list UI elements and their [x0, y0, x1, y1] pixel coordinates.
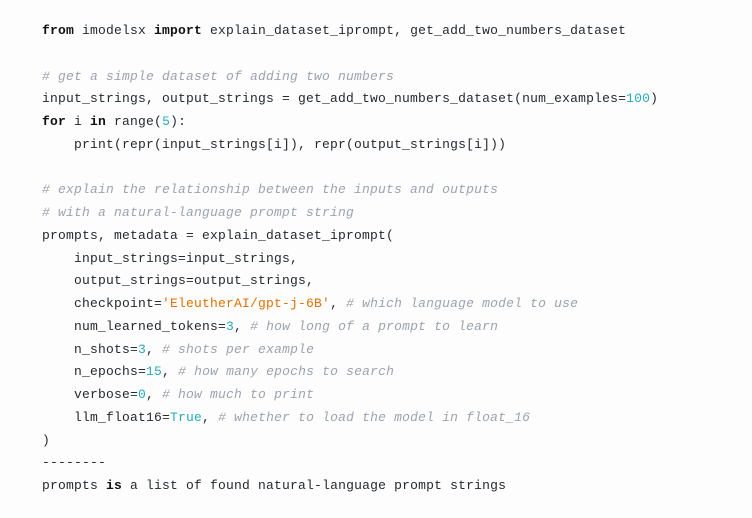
- line-6: print(repr(input_strings[i]), repr(outpu…: [42, 137, 506, 152]
- code-text: verbose=: [42, 387, 138, 402]
- line-17: verbose=0, # how much to print: [42, 387, 314, 402]
- comment-inline: # shots per example: [162, 342, 314, 357]
- keyword-is: is: [106, 478, 122, 493]
- code-text: input_strings, output_strings = get_add_…: [42, 91, 626, 106]
- line-20: --------: [42, 455, 106, 470]
- comment-inline: # how much to print: [162, 387, 314, 402]
- code-block: from imodelsx import explain_dataset_ipr…: [0, 0, 752, 518]
- line-10: prompts, metadata = explain_dataset_ipro…: [42, 228, 394, 243]
- code-text: ,: [146, 342, 162, 357]
- code-text: i: [66, 114, 90, 129]
- line-11: input_strings=input_strings,: [42, 251, 298, 266]
- comment-inline: # how many epochs to search: [178, 364, 394, 379]
- code-text: ,: [146, 387, 162, 402]
- code-text: checkpoint=: [42, 296, 162, 311]
- bool-literal: True: [170, 410, 202, 425]
- code-text: llm_float16=: [42, 410, 170, 425]
- code-text: range(: [106, 114, 162, 129]
- line-5: for i in range(5):: [42, 114, 186, 129]
- import-names: explain_dataset_iprompt, get_add_two_num…: [202, 23, 626, 38]
- code-text: num_learned_tokens=: [42, 319, 226, 334]
- code-text: ,: [202, 410, 218, 425]
- keyword-from: from: [42, 23, 74, 38]
- number-literal: 3: [226, 319, 234, 334]
- line-12: output_strings=output_strings,: [42, 273, 314, 288]
- code-text: ,: [234, 319, 250, 334]
- string-literal: 'EleutherAI/gpt-j-6B': [162, 296, 330, 311]
- module-name: imodelsx: [74, 23, 154, 38]
- number-literal: 100: [626, 91, 650, 106]
- comment-inline: # how long of a prompt to learn: [250, 319, 498, 334]
- line-15: n_shots=3, # shots per example: [42, 342, 314, 357]
- line-21: prompts is a list of found natural-langu…: [42, 478, 506, 493]
- code-text: ): [650, 91, 658, 106]
- code-text: ):: [170, 114, 186, 129]
- code-text: ,: [330, 296, 346, 311]
- keyword-import: import: [154, 23, 202, 38]
- comment-inline: # which language model to use: [346, 296, 578, 311]
- line-1: from imodelsx import explain_dataset_ipr…: [42, 23, 626, 38]
- line-4: input_strings, output_strings = get_add_…: [42, 91, 658, 106]
- code-text: n_epochs=: [42, 364, 146, 379]
- line-14: num_learned_tokens=3, # how long of a pr…: [42, 319, 498, 334]
- line-19: ): [42, 433, 50, 448]
- line-16: n_epochs=15, # how many epochs to search: [42, 364, 394, 379]
- comment-line: # get a simple dataset of adding two num…: [42, 69, 394, 84]
- line-18: llm_float16=True, # whether to load the …: [42, 410, 530, 425]
- comment-line: # with a natural-language prompt string: [42, 205, 354, 220]
- code-text: prompts: [42, 478, 106, 493]
- number-literal: 15: [146, 364, 162, 379]
- code-text: n_shots=: [42, 342, 138, 357]
- line-13: checkpoint='EleutherAI/gpt-j-6B', # whic…: [42, 296, 578, 311]
- comment-line: # explain the relationship between the i…: [42, 182, 498, 197]
- number-literal: 5: [162, 114, 170, 129]
- keyword-in: in: [90, 114, 106, 129]
- keyword-for: for: [42, 114, 66, 129]
- comment-inline: # whether to load the model in float_16: [218, 410, 530, 425]
- code-text: ,: [162, 364, 178, 379]
- number-literal: 0: [138, 387, 146, 402]
- number-literal: 3: [138, 342, 146, 357]
- code-text: a list of found natural-language prompt …: [122, 478, 506, 493]
